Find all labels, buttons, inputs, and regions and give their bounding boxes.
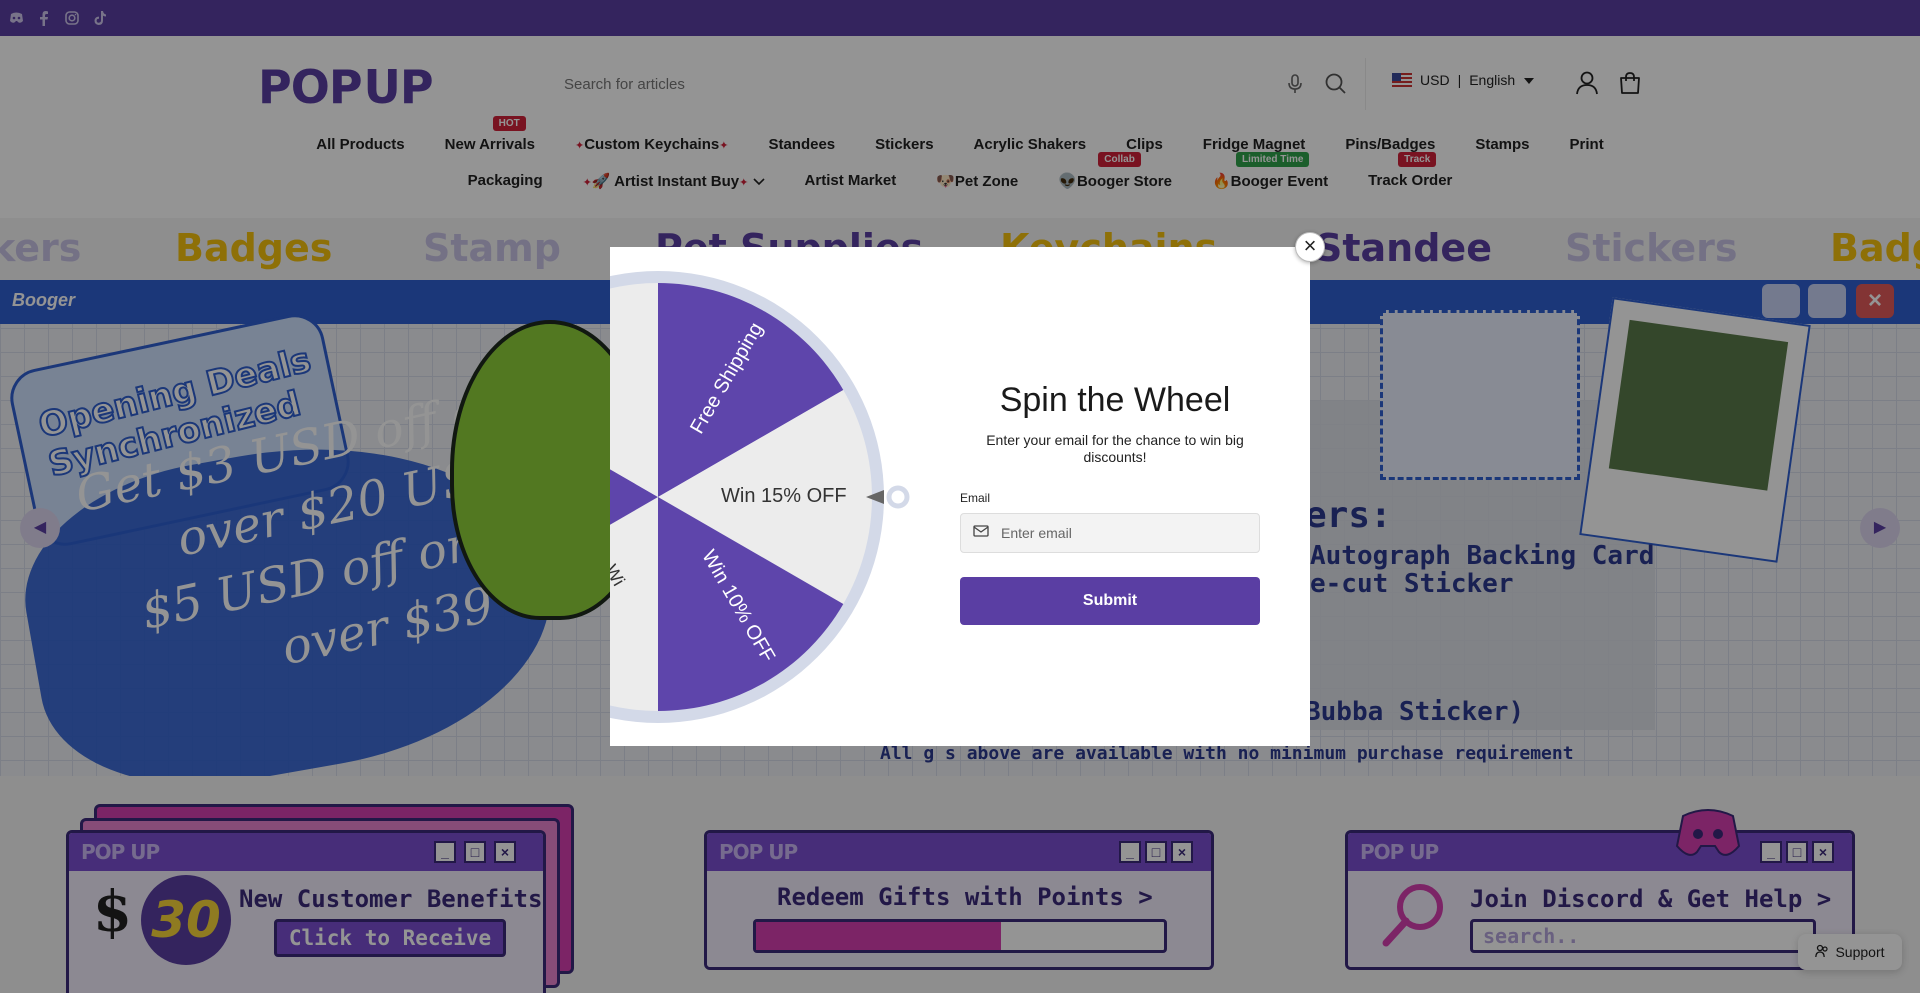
wheel-label-15-off: Win 15% OFF xyxy=(721,485,847,507)
spin-wheel-modal: Free Shipping Win 15% OFF Win 10% OFF Wi… xyxy=(610,232,1325,746)
email-label: Email xyxy=(960,491,991,505)
email-input[interactable] xyxy=(1001,525,1241,541)
wheel-segment-partial xyxy=(610,283,658,497)
modal-title: Spin the Wheel xyxy=(999,381,1231,419)
modal-subtitle: Enter your email for the chance to win b… xyxy=(986,432,1244,465)
mail-icon xyxy=(973,524,989,542)
wheel-pointer-icon xyxy=(866,485,916,514)
email-field[interactable] xyxy=(960,513,1260,553)
submit-button[interactable]: Submit xyxy=(960,577,1260,625)
wheel-segment-partial xyxy=(610,497,658,711)
close-modal-button[interactable]: × xyxy=(1295,232,1325,262)
